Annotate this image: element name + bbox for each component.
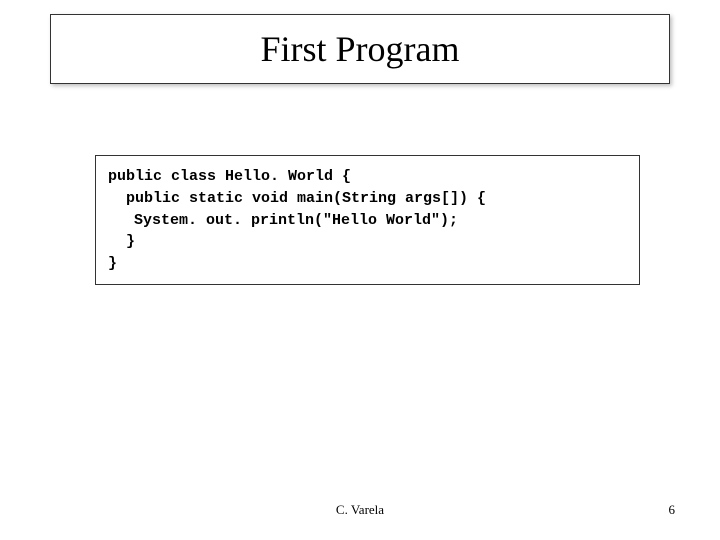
code-line: public static void main(String args[]) { [108,188,627,210]
code-line: public class Hello. World { [108,166,627,188]
code-line: System. out. println("Hello World"); [108,210,627,232]
footer-author: C. Varela [0,502,720,518]
code-container: public class Hello. World { public stati… [95,155,640,285]
footer-page-number: 6 [669,502,676,518]
code-line: } [108,253,627,275]
code-line: } [108,231,627,253]
title-container: First Program [50,14,670,84]
slide-title: First Program [260,28,459,70]
